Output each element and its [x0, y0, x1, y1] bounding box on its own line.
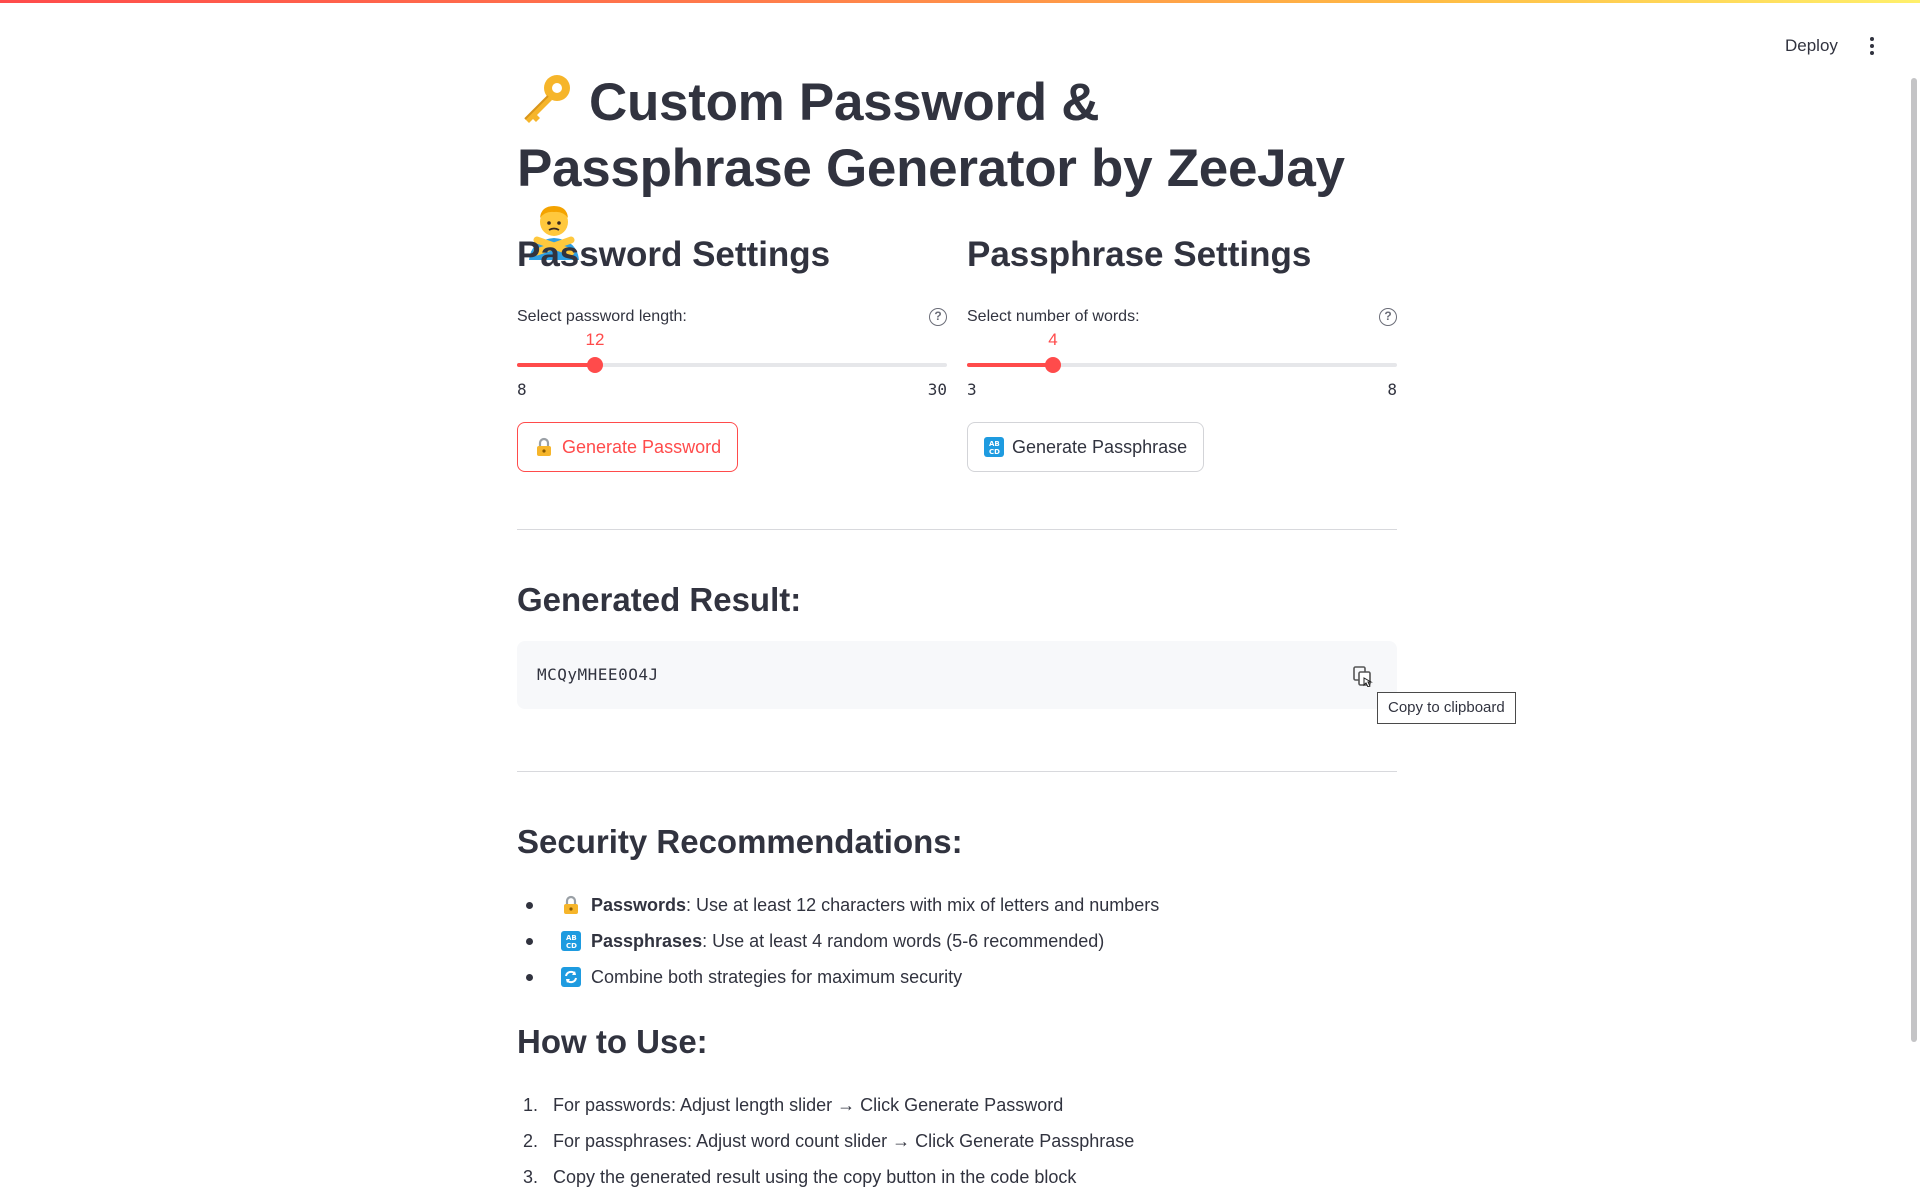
- copy-icon[interactable]: [1352, 665, 1374, 687]
- scrollbar-thumb[interactable]: [1911, 78, 1917, 1042]
- password-length-label-row: Select password length: ?: [517, 306, 947, 328]
- svg-text:CD: CD: [566, 942, 577, 950]
- recommendation-text: : Use at least 4 random words (5-6 recom…: [702, 931, 1105, 951]
- security-recommendations-heading: Security Recommendations:: [517, 823, 963, 860]
- slider-thumb[interactable]: [1045, 357, 1061, 373]
- password-length-value: 12: [585, 330, 605, 349]
- passphrase-words-value: 4: [1048, 330, 1058, 349]
- passphrase-settings-column: Passphrase Settings Select number of wor…: [967, 230, 1397, 472]
- abcd-icon: AB CD: [984, 437, 1004, 457]
- recommendation-bold: Passphrases: [591, 931, 703, 951]
- result-code-block: MCQyMHEE0O4J: [517, 641, 1397, 709]
- section-divider: [517, 529, 1397, 530]
- step-number: 3.: [523, 1167, 539, 1187]
- step-text: Copy the generated result using the copy…: [553, 1167, 1077, 1187]
- step-text: For passphrases: Adjust word count slide…: [553, 1131, 1135, 1151]
- recommendation-text: Combine both strategies for maximum secu…: [591, 967, 963, 987]
- password-length-label: Select password length:: [517, 308, 687, 325]
- main-menu-button[interactable]: [1856, 30, 1888, 62]
- step-number: 2.: [523, 1131, 539, 1151]
- list-item: 2. For passphrases: Adjust word count sl…: [517, 1123, 1397, 1159]
- list-item: AB CD Passphrases : Use at least 4 rando…: [517, 923, 1397, 959]
- password-settings-column: Password Settings Select password length…: [517, 230, 947, 472]
- slider-thumb[interactable]: [587, 357, 603, 373]
- page-title-text: Custom Password & Passphrase Generator b…: [517, 73, 1345, 198]
- svg-text:AB: AB: [989, 440, 1000, 448]
- list-item: Combine both strategies for maximum secu…: [517, 959, 1397, 995]
- bullet-icon: [526, 937, 533, 945]
- generate-passphrase-button[interactable]: AB CD Generate Passphrase: [967, 422, 1205, 472]
- menu-dot: [1870, 37, 1874, 41]
- menu-dot: [1870, 51, 1874, 55]
- recommendations-list: Passwords : Use at least 12 characters w…: [517, 887, 1397, 995]
- svg-text:CD: CD: [989, 448, 1000, 456]
- list-item: 1. For passwords: Adjust length slider →…: [517, 1087, 1397, 1123]
- help-icon[interactable]: ?: [929, 308, 947, 326]
- step-number: 1.: [523, 1095, 539, 1115]
- generate-password-button[interactable]: Generate Password: [517, 422, 739, 472]
- help-icon[interactable]: ?: [1379, 308, 1397, 326]
- how-to-list: 1. For passwords: Adjust length slider →…: [517, 1087, 1397, 1195]
- generate-password-label: Generate Password: [562, 436, 722, 457]
- step-text: For passwords: Adjust length slider → Cl…: [553, 1095, 1064, 1115]
- passphrase-words-slider[interactable]: 4 3 8: [967, 330, 1397, 399]
- how-to-use-heading: How to Use:: [517, 1023, 708, 1060]
- recommendation-bold: Passwords: [591, 895, 687, 915]
- slider-max-label: 8: [1387, 380, 1397, 399]
- slider-fill: [517, 363, 595, 367]
- copy-tooltip: Copy to clipboard: [1377, 692, 1516, 724]
- bullet-icon: [526, 973, 533, 981]
- list-item: Passwords : Use at least 12 characters w…: [517, 887, 1397, 923]
- key-icon: [524, 75, 570, 123]
- abcd-icon: AB CD: [561, 931, 581, 951]
- slider-min-label: 3: [967, 380, 977, 399]
- svg-text:AB: AB: [566, 934, 577, 942]
- lock-icon: [564, 895, 578, 914]
- lock-icon: [537, 437, 551, 456]
- password-settings-heading: Password Settings: [517, 235, 831, 274]
- passphrase-words-label: Select number of words:: [967, 308, 1140, 325]
- list-item: 3. Copy the generated result using the c…: [517, 1159, 1397, 1195]
- recommendation-text: : Use at least 12 characters with mix of…: [686, 895, 1160, 915]
- slider-fill: [967, 363, 1053, 367]
- slider-max-label: 30: [927, 380, 947, 399]
- bullet-icon: [526, 901, 533, 909]
- generated-password-code[interactable]: MCQyMHEE0O4J: [537, 665, 659, 684]
- passphrase-words-label-row: Select number of words: ?: [967, 306, 1397, 328]
- generated-result-heading: Generated Result:: [517, 581, 802, 618]
- passphrase-settings-heading: Passphrase Settings: [967, 235, 1312, 274]
- page-scrollbar[interactable]: [1908, 0, 1920, 1200]
- password-length-slider[interactable]: 12 8 30: [517, 330, 947, 399]
- slider-min-label: 8: [517, 380, 527, 399]
- generate-passphrase-label: Generate Passphrase: [1012, 436, 1188, 457]
- refresh-icon: [561, 967, 581, 987]
- menu-dot: [1870, 44, 1874, 48]
- deploy-button[interactable]: Deploy: [1773, 30, 1850, 62]
- section-divider: [517, 771, 1397, 772]
